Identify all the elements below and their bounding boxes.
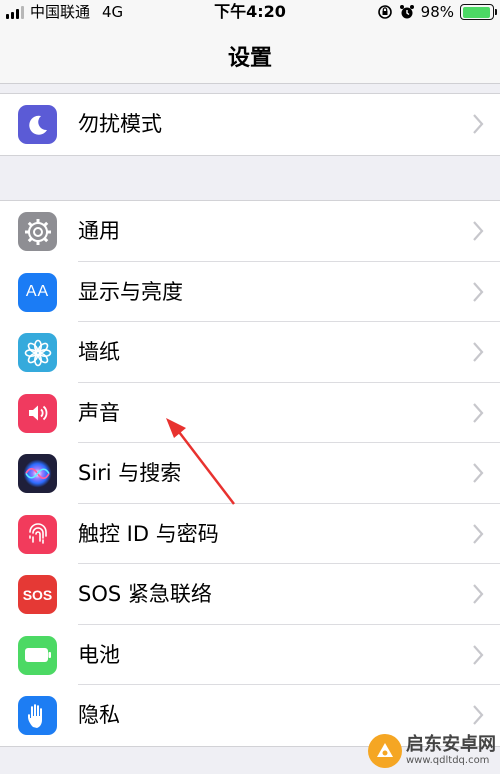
orientation-lock-icon bbox=[377, 5, 392, 19]
settings-item-general[interactable]: 通用 bbox=[0, 201, 500, 262]
settings-item-label: 墙纸 bbox=[78, 340, 120, 364]
settings-item-display-brightness[interactable]: AA 显示与亮度 bbox=[0, 262, 500, 322]
settings-item-label: SOS 紧急联络 bbox=[78, 582, 212, 606]
chevron-right-icon bbox=[473, 221, 484, 241]
chevron-right-icon bbox=[473, 402, 484, 423]
watermark: 启东安卓网 www.qdltdq.com bbox=[368, 734, 496, 768]
settings-item-label: 通用 bbox=[78, 219, 120, 243]
chevron-right-icon bbox=[473, 114, 484, 134]
page-title: 设置 bbox=[227, 46, 272, 71]
watermark-url: www.qdltdq.com bbox=[406, 755, 490, 766]
settings-item-label: 触控 ID 与密码 bbox=[78, 521, 219, 546]
watermark-name: 启东安卓网 bbox=[406, 734, 496, 755]
settings-item-label: 显示与亮度 bbox=[78, 279, 183, 304]
chevron-right-icon bbox=[473, 584, 484, 604]
settings-item-label: Siri 与搜索 bbox=[78, 461, 182, 485]
settings-item-label: 勿扰模式 bbox=[78, 112, 162, 136]
sos-icon: SOS bbox=[18, 575, 57, 614]
settings-item-battery[interactable]: 电池 bbox=[0, 625, 500, 685]
speaker-icon bbox=[18, 393, 57, 433]
settings-item-do-not-disturb[interactable]: 勿扰模式 bbox=[0, 94, 500, 155]
gear-icon bbox=[18, 212, 57, 251]
text-size-icon: AA bbox=[18, 272, 57, 312]
flower-icon bbox=[18, 333, 57, 372]
alarm-icon bbox=[399, 5, 414, 19]
settings-item-label: 声音 bbox=[78, 400, 120, 425]
settings-group-main: 通用 AA 显示与亮度 墙纸 声音 Siri 与搜索 触控 ID 与密码 SOS… bbox=[0, 200, 500, 747]
battery-icon bbox=[18, 635, 57, 675]
chevron-right-icon bbox=[473, 281, 484, 302]
settings-group-focus: 勿扰模式 bbox=[0, 93, 500, 156]
chevron-right-icon bbox=[473, 705, 484, 725]
settings-item-siri-search[interactable]: Siri 与搜索 bbox=[0, 443, 500, 504]
chevron-right-icon bbox=[473, 342, 484, 362]
settings-item-label: 电池 bbox=[78, 642, 120, 667]
battery-percent: 98% bbox=[420, 3, 454, 21]
status-bar: 中国联通 4G 下午4:20 98% bbox=[0, 0, 500, 26]
settings-item-touch-id-passcode[interactable]: 触控 ID 与密码 bbox=[0, 504, 500, 564]
settings-item-wallpaper[interactable]: 墙纸 bbox=[0, 322, 500, 383]
settings-item-emergency-sos[interactable]: SOS SOS 紧急联络 bbox=[0, 564, 500, 625]
siri-icon bbox=[18, 454, 57, 493]
settings-item-sounds[interactable]: 声音 bbox=[0, 383, 500, 443]
watermark-logo-icon bbox=[368, 734, 402, 768]
hand-icon bbox=[18, 696, 57, 735]
battery-icon bbox=[460, 4, 497, 20]
settings-item-label: 隐私 bbox=[78, 703, 120, 727]
chevron-right-icon bbox=[473, 644, 484, 665]
moon-icon bbox=[18, 105, 57, 144]
chevron-right-icon bbox=[473, 463, 484, 483]
fingerprint-icon bbox=[18, 514, 57, 554]
navigation-bar: 设置 bbox=[0, 26, 500, 84]
chevron-right-icon bbox=[473, 523, 484, 544]
